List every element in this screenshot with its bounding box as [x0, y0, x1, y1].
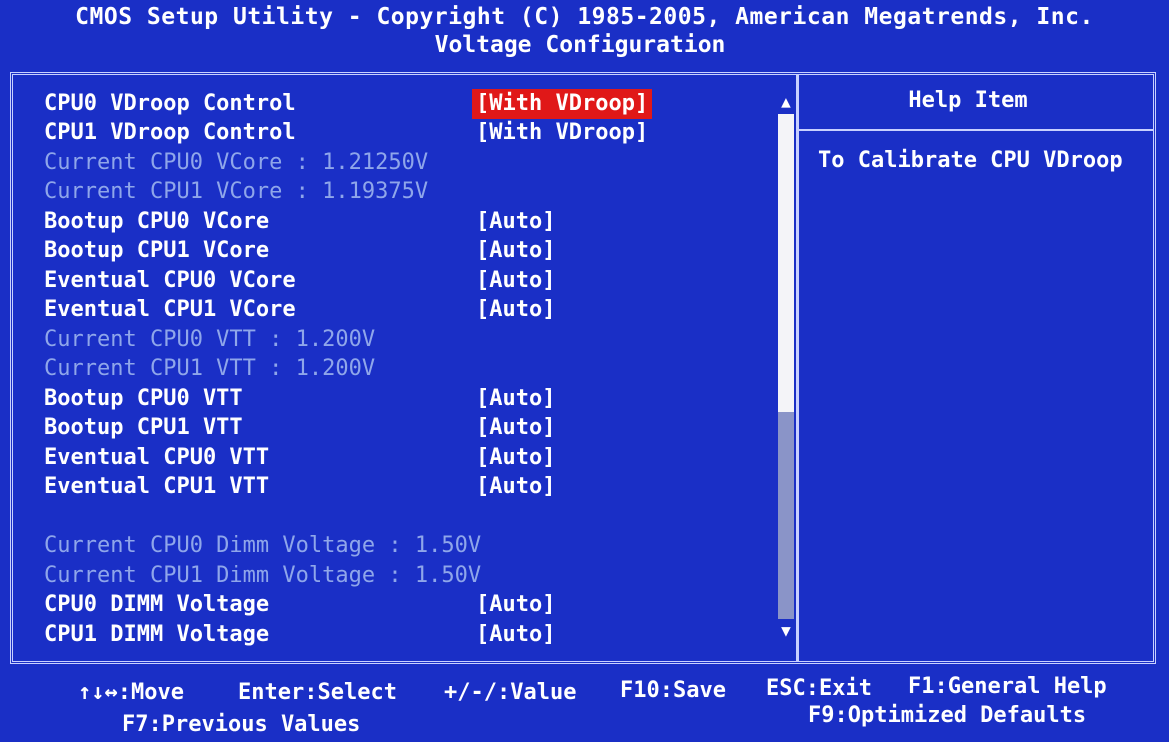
setting-label: CPU0 VDroop Control — [44, 91, 296, 116]
key-value: +/-/:Value — [444, 680, 577, 705]
setting-value[interactable]: [With VDroop] — [472, 118, 652, 148]
setting-label: Bootup CPU1 VTT — [44, 415, 243, 440]
key-select: Enter:Select — [238, 680, 397, 705]
help-title: Help Item — [908, 88, 1028, 113]
setting-label: CPU1 DIMM Voltage — [44, 622, 270, 647]
scrollbar-thumb[interactable] — [778, 114, 794, 412]
setting-row-cpu0-dimm-voltage[interactable]: CPU0 DIMM Voltage [Auto] — [44, 590, 764, 620]
setting-label: Bootup CPU0 VTT — [44, 386, 243, 411]
setting-row-bootup-cpu0-vtt[interactable]: Bootup CPU0 VTT [Auto] — [44, 384, 764, 414]
setting-row-eventual-cpu0-vcore[interactable]: Eventual CPU0 VCore [Auto] — [44, 266, 764, 296]
info-text: Current CPU1 VCore : 1.19375V — [44, 179, 429, 204]
help-divider — [799, 129, 1154, 131]
setting-row-bootup-cpu1-vtt[interactable]: Bootup CPU1 VTT [Auto] — [44, 413, 764, 443]
app-title: CMOS Setup Utility - Copyright (C) 1985-… — [75, 4, 1094, 30]
setting-value[interactable]: [Auto] — [472, 590, 559, 620]
setting-value[interactable]: [Auto] — [472, 413, 559, 443]
key-move: ↑↓↔:Move — [78, 680, 184, 705]
setting-label: Bootup CPU1 VCore — [44, 238, 270, 263]
info-row-cpu0-vtt: Current CPU0 VTT : 1.200V — [44, 325, 764, 355]
setting-label: Bootup CPU0 VCore — [44, 209, 270, 234]
setting-label: Eventual CPU1 VTT — [44, 474, 270, 499]
setting-value[interactable]: [With VDroop] — [472, 89, 653, 119]
info-text: Current CPU0 VCore : 1.21250V — [44, 150, 429, 175]
setting-value[interactable]: [Auto] — [472, 236, 559, 266]
setting-value[interactable]: [Auto] — [472, 384, 559, 414]
key-general-help: F1:General Help — [908, 674, 1107, 699]
key-previous-values: F7:Previous Values — [122, 712, 361, 737]
panel-divider — [796, 75, 799, 661]
page-title: Voltage Configuration — [434, 32, 726, 58]
setting-row-eventual-cpu1-vcore[interactable]: Eventual CPU1 VCore [Auto] — [44, 295, 764, 325]
info-text: Current CPU1 VTT : 1.200V — [44, 356, 376, 381]
setting-label: CPU0 DIMM Voltage — [44, 592, 270, 617]
key-exit: ESC:Exit — [766, 676, 872, 701]
setting-label: Eventual CPU1 VCore — [44, 297, 296, 322]
info-text: Current CPU0 VTT : 1.200V — [44, 327, 376, 352]
key-save: F10:Save — [620, 678, 726, 703]
setting-row-cpu0-vdroop[interactable]: CPU0 VDroop Control [With VDroop] — [44, 89, 764, 119]
key-legend: ↑↓↔:Move Enter:Select +/-/:Value F10:Sav… — [0, 668, 1169, 742]
setting-value[interactable]: [Auto] — [472, 266, 559, 296]
setting-row-cpu1-dimm-voltage[interactable]: CPU1 DIMM Voltage [Auto] — [44, 620, 764, 650]
setting-value[interactable]: [Auto] — [472, 443, 559, 473]
setting-label: Eventual CPU0 VCore — [44, 268, 296, 293]
info-row-cpu0-dimm: Current CPU0 Dimm Voltage : 1.50V — [44, 531, 764, 561]
setting-label: CPU1 VDroop Control — [44, 120, 296, 145]
setting-value[interactable]: [Auto] — [472, 620, 559, 650]
info-row-cpu0-vcore: Current CPU0 VCore : 1.21250V — [44, 148, 764, 178]
info-text: Current CPU0 Dimm Voltage : 1.50V — [44, 533, 482, 558]
setting-row-eventual-cpu0-vtt[interactable]: Eventual CPU0 VTT [Auto] — [44, 443, 764, 473]
setting-row-bootup-cpu1-vcore[interactable]: Bootup CPU1 VCore [Auto] — [44, 236, 764, 266]
info-row-cpu1-dimm: Current CPU1 Dimm Voltage : 1.50V — [44, 561, 764, 591]
help-text: To Calibrate CPU VDroop — [818, 148, 1123, 173]
scroll-up-icon[interactable]: ▲ — [774, 92, 798, 112]
setting-row-eventual-cpu1-vtt[interactable]: Eventual CPU1 VTT [Auto] — [44, 472, 764, 502]
setting-label: Eventual CPU0 VTT — [44, 445, 270, 470]
setting-row-cpu1-vdroop[interactable]: CPU1 VDroop Control [With VDroop] — [44, 118, 764, 148]
info-row-cpu1-vtt: Current CPU1 VTT : 1.200V — [44, 354, 764, 384]
setting-value[interactable]: [Auto] — [472, 207, 559, 237]
info-text: Current CPU1 Dimm Voltage : 1.50V — [44, 563, 482, 588]
setting-value[interactable]: [Auto] — [472, 295, 559, 325]
setting-value[interactable]: [Auto] — [472, 472, 559, 502]
bios-screen: CMOS Setup Utility - Copyright (C) 1985-… — [0, 0, 1169, 742]
setting-row-bootup-cpu0-vcore[interactable]: Bootup CPU0 VCore [Auto] — [44, 207, 764, 237]
key-optimized-defaults: F9:Optimized Defaults — [808, 703, 1087, 728]
scroll-down-icon[interactable]: ▼ — [774, 621, 798, 641]
info-row-cpu1-vcore: Current CPU1 VCore : 1.19375V — [44, 177, 764, 207]
